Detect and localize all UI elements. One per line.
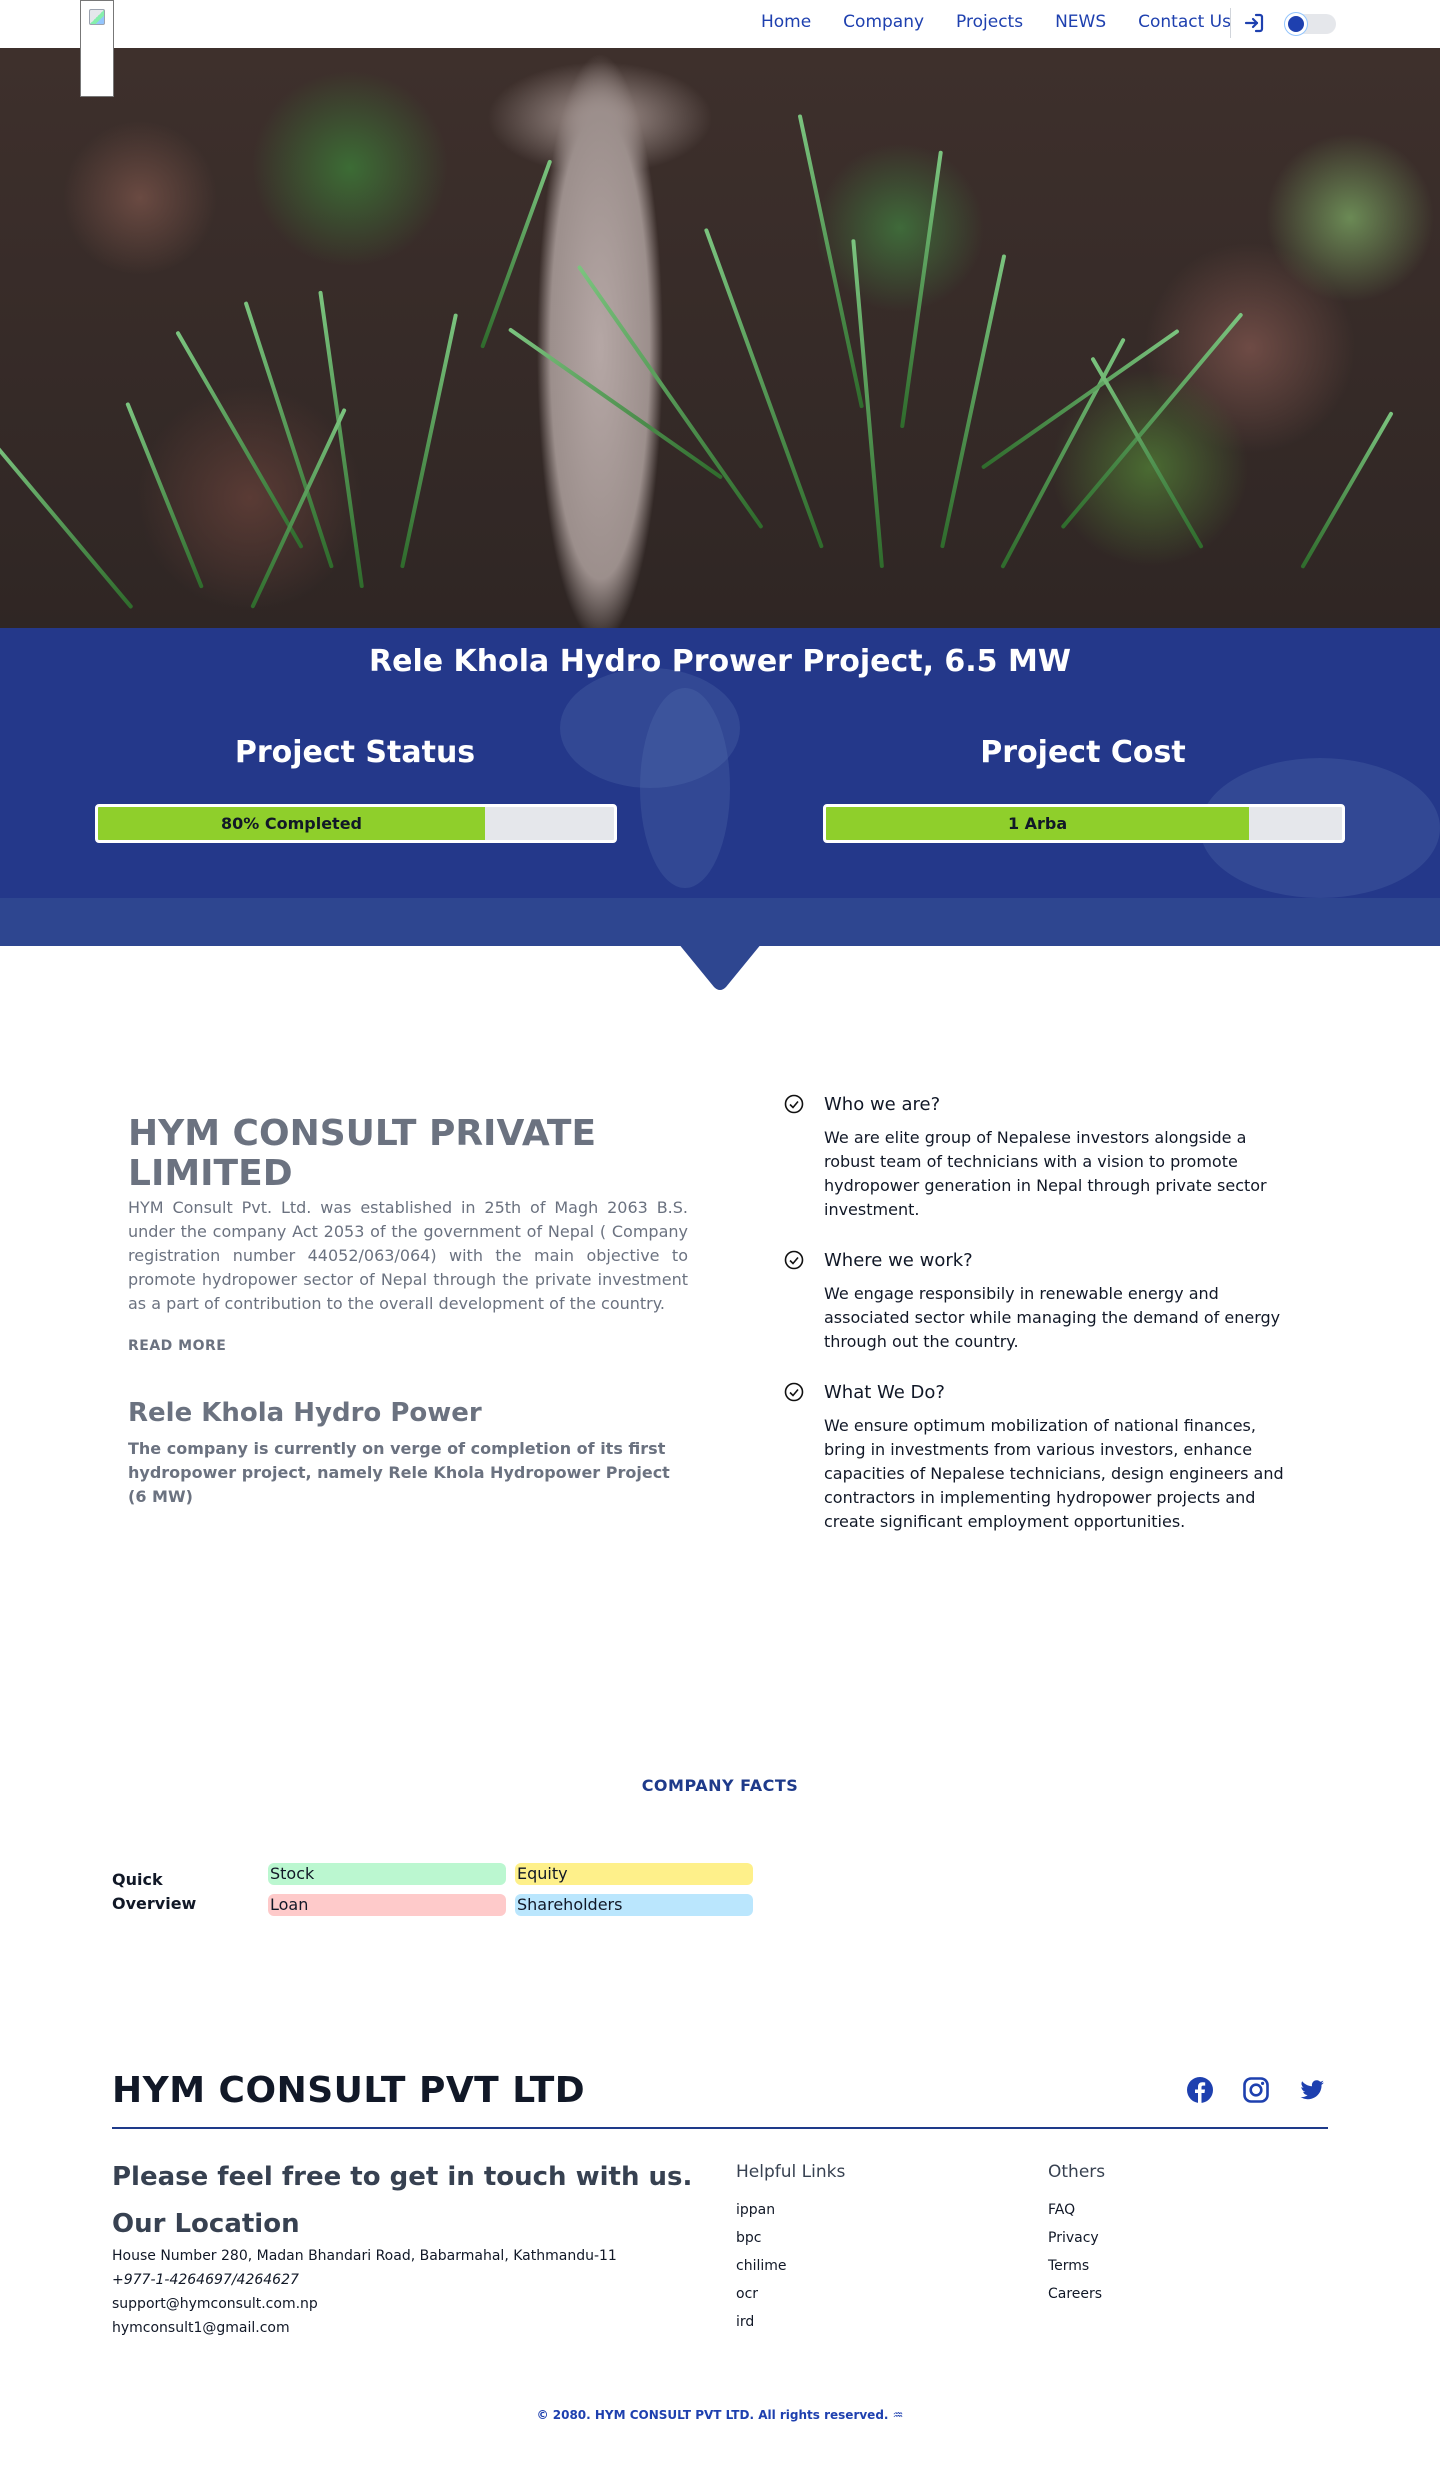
project-status-progress: 80% Completed (95, 804, 617, 843)
feature-title: Who we are? (824, 1094, 941, 1115)
feature-body: We are elite group of Nepalese investors… (824, 1128, 1267, 1219)
helpful-link-ippan[interactable]: ippan (736, 2202, 775, 2218)
phone-text[interactable]: +977-1-4264697/4264627 (112, 2272, 299, 2288)
contact-tagline: Please feel free to get in touch with us… (112, 2162, 693, 2192)
grass-blade (1090, 356, 1204, 549)
fact-pill-stock[interactable]: Stock (268, 1863, 506, 1885)
login-arrow-icon[interactable] (1242, 11, 1266, 35)
hero-image (0, 48, 1440, 628)
footer-brand: HYM CONSULT PVT LTD (112, 2070, 586, 2111)
others-link-terms[interactable]: Terms (1048, 2258, 1089, 2274)
fact-pill-equity[interactable]: Equity (515, 1863, 753, 1885)
grass-blade (507, 327, 724, 480)
quick-overview-label: Quick Overview (112, 1870, 197, 1913)
footer-divider (112, 2127, 1328, 2129)
grass-blade (703, 227, 824, 549)
check-circle-icon (784, 1250, 804, 1270)
helpful-link-bpc[interactable]: bpc (736, 2230, 761, 2246)
company-title: HYM CONSULT PRIVATE LIMITED (128, 1113, 597, 1194)
helpful-link-ocr[interactable]: ocr (736, 2286, 758, 2302)
helpful-link-ird[interactable]: ird (736, 2314, 754, 2330)
grass-blade (0, 438, 134, 610)
nav-contact-link[interactable]: Contact Us (1138, 12, 1231, 32)
feature-body: We engage responsibily in renewable ener… (824, 1284, 1281, 1351)
read-more-link[interactable]: READ MORE (128, 1338, 226, 1354)
copyright-text: © 2080. HYM CONSULT PVT LTD. All rights … (536, 2408, 904, 2422)
nav-home-link[interactable]: Home (761, 12, 811, 32)
project-description: The company is currently on verge of com… (128, 1439, 670, 1506)
fact-pill-loan[interactable]: Loan (268, 1894, 506, 1916)
grass-blade (480, 159, 553, 349)
nav-news-link[interactable]: NEWS (1055, 12, 1106, 32)
progress-label: 80% Completed (220, 814, 362, 833)
others-link-privacy[interactable]: Privacy (1048, 2230, 1099, 2246)
top-navbar: Home Company Projects NEWS Contact Us (0, 0, 1440, 97)
nav-company-link[interactable]: Company (843, 12, 924, 32)
project-subtitle: Rele Khola Hydro Power (128, 1398, 482, 1428)
grass-blade (900, 150, 943, 429)
fact-pill-shareholders[interactable]: Shareholders (515, 1894, 753, 1916)
grass-blade (1000, 337, 1126, 569)
nav-links: Home Company Projects NEWS Contact Us (729, 12, 1231, 32)
others-link-faq[interactable]: FAQ (1048, 2202, 1075, 2218)
email-gmail-link[interactable]: hymconsult1@gmail.com (112, 2320, 290, 2336)
nav-projects-link[interactable]: Projects (956, 12, 1023, 32)
nav-divider (1230, 8, 1231, 38)
grass-blade (1060, 312, 1244, 530)
helpful-links-heading: Helpful Links (736, 2162, 846, 2182)
feature-body: We ensure optimum mobilization of nation… (824, 1416, 1284, 1531)
grass-blade (400, 313, 459, 569)
grass-blade (125, 401, 204, 589)
company-facts-heading: COMPANY FACTS (641, 1776, 799, 1795)
facebook-icon[interactable] (1186, 2076, 1214, 2104)
feature-title: What We Do? (824, 1382, 945, 1403)
others-link-careers[interactable]: Careers (1048, 2286, 1102, 2302)
site-logo[interactable] (80, 0, 114, 97)
project-cost-heading: Project Cost (980, 735, 1186, 770)
grass-blade (250, 407, 347, 609)
grass-blade (175, 330, 304, 549)
check-circle-icon (784, 1094, 804, 1114)
address-text: House Number 280, Madan Bhandari Road, B… (112, 2248, 617, 2264)
progress-label: 1 Arba (1007, 814, 1068, 833)
location-heading: Our Location (112, 2209, 300, 2239)
sun-icon (1288, 16, 1304, 32)
project-cost-progress: 1 Arba (823, 804, 1345, 843)
feature-title: Where we work? (824, 1250, 973, 1271)
others-heading: Others (1048, 2162, 1106, 2182)
grass-blade (980, 328, 1180, 470)
theme-toggle[interactable] (1286, 14, 1336, 34)
chevron-down-icon[interactable] (674, 937, 766, 993)
instagram-icon[interactable] (1242, 2076, 1270, 2104)
broken-image-icon (89, 9, 105, 25)
twitter-icon[interactable] (1298, 2076, 1326, 2104)
company-description: HYM Consult Pvt. Ltd. was established in… (128, 1198, 688, 1313)
project-status-heading: Project Status (234, 735, 476, 770)
check-circle-icon (784, 1382, 804, 1402)
grass-blade (940, 254, 1007, 549)
grass-blade (851, 239, 884, 569)
grass-blade (1300, 411, 1394, 569)
helpful-link-chilime[interactable]: chilime (736, 2258, 787, 2274)
project-title: Rele Khola Hydro Prower Project, 6.5 MW (369, 644, 1071, 679)
email-support-link[interactable]: support@hymconsult.com.np (112, 2296, 318, 2312)
band-leaf-shape (640, 688, 730, 888)
